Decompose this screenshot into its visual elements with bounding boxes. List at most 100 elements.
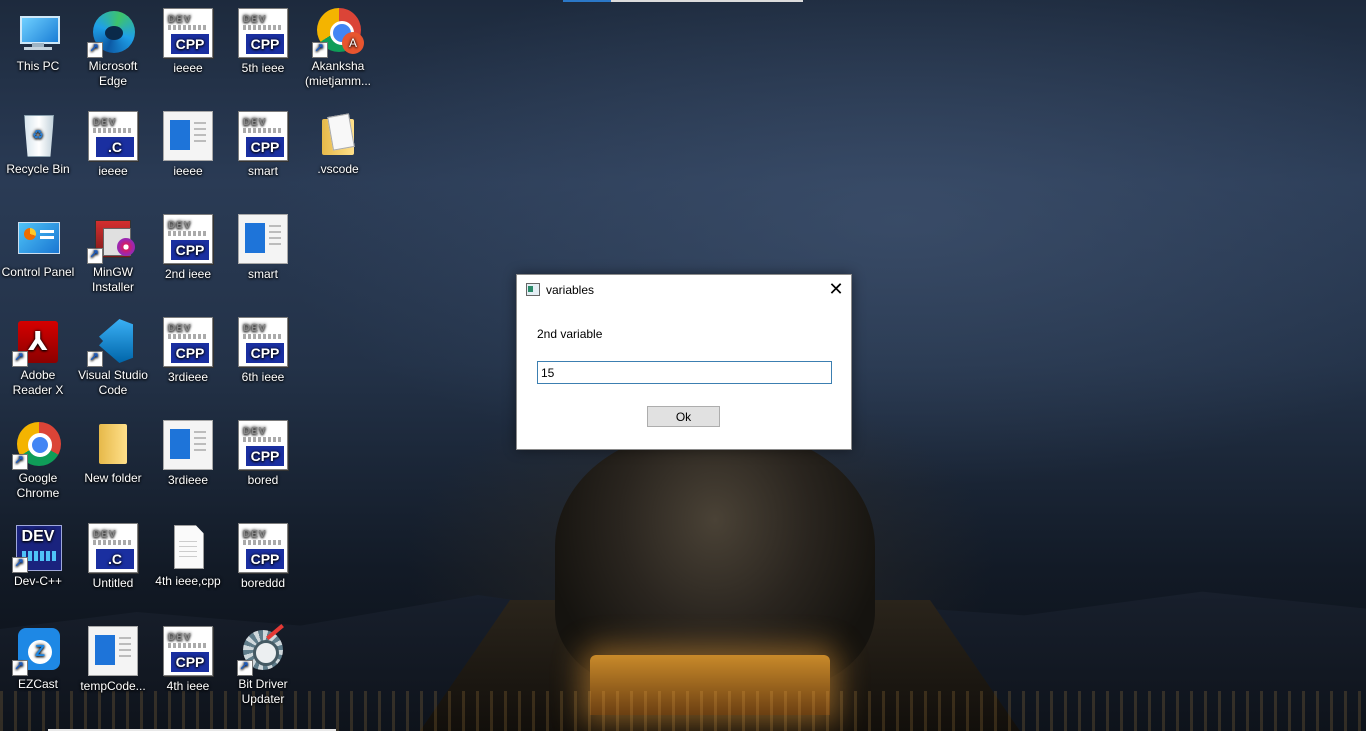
desktop-icon-3rdieee-doc[interactable]: 3rdieee [150, 414, 226, 488]
desktop-icon-visual-studio-code[interactable]: Visual Studio Code [75, 311, 151, 398]
document-icon [88, 626, 138, 676]
desktop-icon-label: ieeee [173, 61, 203, 75]
desktop-icon-label: Recycle Bin [6, 162, 70, 176]
folder-icon [89, 420, 137, 468]
close-button[interactable]: ✕ [821, 275, 851, 305]
desktop-icon-4th-ieee[interactable]: DEV CPP 4th ieee [150, 620, 226, 694]
desktop-icon-label: bored [247, 473, 279, 487]
shortcut-arrow-icon [237, 659, 253, 676]
bit-driver-updater-icon [237, 624, 287, 676]
desktop-icon-control-panel[interactable]: Control Panel [0, 208, 76, 280]
shortcut-arrow-icon [87, 350, 103, 367]
chrome-profile-icon: A [312, 8, 364, 58]
document-icon [163, 111, 213, 161]
dev-cpp-file-icon: DEV CPP [238, 8, 288, 58]
desktop-icon-new-folder[interactable]: New folder [75, 414, 151, 486]
installer-icon [87, 214, 137, 264]
desktop-icon-bored[interactable]: DEV CPP bored [225, 414, 301, 488]
desktop-icon-4th-ieee-cpp-file[interactable]: 4th ieee,cpp [150, 517, 226, 589]
document-icon [163, 420, 213, 470]
desktop-icon-label: 4th ieee [166, 679, 210, 693]
desktop-icon-label: Akanksha (mietjamm... [305, 59, 371, 88]
variable-input[interactable] [537, 361, 832, 384]
desktop-icon-2nd-ieee[interactable]: DEV CPP 2nd ieee [150, 208, 226, 282]
desktop-icon-vscode-folder[interactable]: .vscode [300, 105, 376, 177]
desktop-icon-untitled[interactable]: DEV .C Untitled [75, 517, 151, 591]
dev-cpp-file-icon: DEV CPP [238, 523, 288, 573]
control-panel-icon [14, 214, 62, 262]
desktop-icon-label: 4th ieee,cpp [155, 574, 221, 588]
variables-dialog: variables ✕ 2nd variable Ok [516, 274, 852, 450]
desktop-icon-recycle-bin[interactable]: ♻ Recycle Bin [0, 105, 76, 177]
desktop-icon-akanksha-chrome[interactable]: A Akanksha (mietjamm... [300, 2, 376, 89]
desktop-icon-smart-doc[interactable]: smart [225, 208, 301, 282]
desktop-icon-label: Control Panel [1, 265, 75, 279]
desktop-icon-label: EZCast [17, 677, 58, 691]
desktop-icon-bit-driver-updater[interactable]: Bit Driver Updater [225, 620, 301, 707]
desktop-icon-label: tempCode... [80, 679, 146, 693]
dev-cpp-file-icon: DEV CPP [163, 8, 213, 58]
dialog-title: variables [546, 283, 595, 297]
desktop-icon-google-chrome[interactable]: Google Chrome [0, 414, 76, 501]
dialog-titlebar[interactable]: variables ✕ [517, 275, 851, 305]
desktop-icon-5th-ieee[interactable]: DEV CPP 5th ieee [225, 2, 301, 76]
desktop-icon-dev-cpp[interactable]: DEV Dev-C++ [0, 517, 76, 589]
desktop-icon-label: 3rdieee [167, 473, 209, 487]
chrome-icon [12, 420, 62, 470]
shortcut-arrow-icon [12, 556, 28, 573]
desktop-icon-boreddd[interactable]: DEV CPP boreddd [225, 517, 301, 591]
desktop-icon-label: New folder [84, 471, 142, 485]
desktop-icon-label: Microsoft Edge [88, 59, 138, 88]
blank-file-icon [164, 523, 212, 571]
desktop-icon-ieeee-cpp[interactable]: DEV CPP ieeee [150, 2, 226, 76]
desktop-icon-label: ieeee [98, 164, 128, 178]
desktop-icon-smart-cpp[interactable]: DEV CPP smart [225, 105, 301, 179]
document-icon [238, 214, 288, 264]
dev-cpp-app-icon: DEV [12, 523, 62, 573]
desktop-icon-6th-ieee[interactable]: DEV CPP 6th ieee [225, 311, 301, 385]
desktop-icon-label: 3rdieee [167, 370, 209, 384]
desktop-icon-label: .vscode [317, 162, 359, 176]
desktop-icon-this-pc[interactable]: This PC [0, 2, 76, 74]
desktop-icon-mingw-installer[interactable]: MinGW Installer [75, 208, 151, 295]
dev-cpp-file-icon: DEV CPP [163, 317, 213, 367]
shortcut-arrow-icon [87, 247, 103, 264]
dev-cpp-file-icon: DEV CPP [238, 111, 288, 161]
desktop-icon-ieeee-c[interactable]: DEV .C ieeee [75, 105, 151, 179]
desktop-icon-ieeee-doc[interactable]: ieeee [150, 105, 226, 179]
shortcut-arrow-icon [12, 659, 28, 676]
dev-cpp-file-icon: DEV CPP [238, 420, 288, 470]
desktop-icon-tempcode[interactable]: tempCode... [75, 620, 151, 694]
desktop-icon-label: 2nd ieee [164, 267, 212, 281]
dialog-prompt-label: 2nd variable [537, 327, 603, 341]
folder-icon [314, 111, 362, 159]
shortcut-arrow-icon [12, 350, 28, 367]
desktop-icon-label: Visual Studio Code [78, 368, 148, 397]
wallpaper-lights [0, 691, 1366, 731]
desktop-icon-label: 5th ieee [241, 61, 285, 75]
edge-icon [87, 8, 137, 58]
dev-c-file-icon: DEV .C [88, 111, 138, 161]
desktop-icon-adobe-reader[interactable]: ⅄ Adobe Reader X [0, 311, 76, 398]
desktop-icon-label: This PC [16, 59, 60, 73]
desktop-icon-ezcast[interactable]: Z EZCast [0, 620, 76, 692]
desktop-icon-label: smart [248, 164, 278, 178]
desktop-icon-label: Bit Driver Updater [238, 677, 288, 706]
computer-icon [14, 8, 62, 56]
desktop-icon-label: Dev-C++ [13, 574, 63, 588]
desktop-icon-label: Untitled [92, 576, 134, 590]
desktop-icon-3rdieee-cpp[interactable]: DEV CPP 3rdieee [150, 311, 226, 385]
desktop-icon-microsoft-edge[interactable]: Microsoft Edge [75, 2, 151, 89]
ezcast-icon: Z [12, 626, 62, 676]
desktop-icon-label: Adobe Reader X [12, 368, 64, 397]
shortcut-arrow-icon [87, 41, 103, 58]
desktop-icon-label: smart [248, 267, 278, 281]
wallpaper-statue [555, 430, 875, 690]
desktop-icon-label: 6th ieee [241, 370, 285, 384]
shortcut-arrow-icon [12, 453, 28, 470]
vscode-icon [87, 317, 137, 367]
desktop-icon-label: MinGW Installer [91, 265, 135, 294]
close-icon: ✕ [828, 279, 844, 299]
ok-button[interactable]: Ok [647, 406, 720, 427]
window-app-icon [526, 283, 540, 296]
